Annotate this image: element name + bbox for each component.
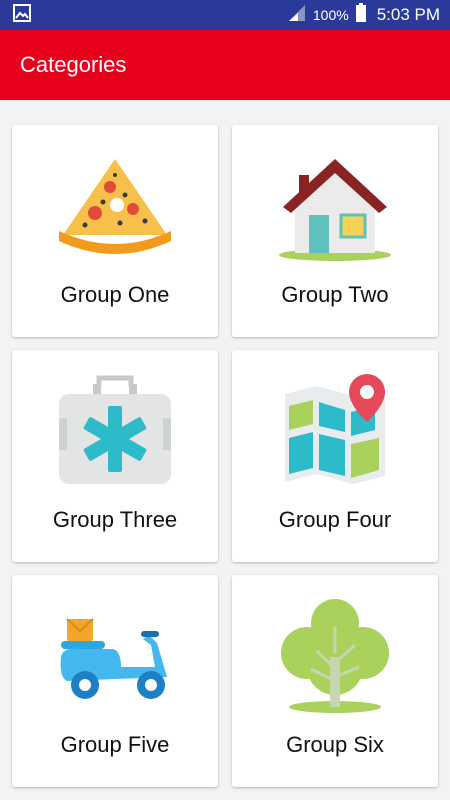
category-label: Group Five <box>60 732 170 757</box>
category-card-group-three[interactable]: Group Three <box>12 350 218 562</box>
gallery-icon <box>12 3 32 28</box>
category-label: Group Six <box>286 732 384 757</box>
signal-icon <box>287 3 307 28</box>
category-card-group-six[interactable]: Group Six <box>232 575 438 787</box>
house-icon <box>279 159 391 261</box>
category-label: Group Four <box>278 507 392 532</box>
category-label: Group Two <box>281 282 389 307</box>
battery-percent: 100% <box>312 7 349 23</box>
tree-icon <box>281 599 389 713</box>
scooter-icon <box>60 618 167 699</box>
category-card-group-five[interactable]: Group Five <box>12 575 218 787</box>
app-bar: Categories <box>0 30 450 100</box>
map-icon <box>285 374 385 484</box>
clock: 5:03 PM <box>376 5 440 24</box>
category-grid: Group One Group Two Group Three Group Fo… <box>0 100 450 800</box>
category-card-group-four[interactable]: Group Four <box>232 350 438 562</box>
category-label: Group Three <box>52 507 178 532</box>
battery-icon <box>355 2 367 28</box>
category-card-group-one[interactable]: Group One <box>12 125 218 337</box>
status-bar: 100% 5:03 PM <box>0 0 450 30</box>
category-label: Group One <box>60 282 170 307</box>
first-aid-kit-icon <box>59 375 171 484</box>
page-title: Categories <box>20 52 127 77</box>
category-card-group-two[interactable]: Group Two <box>232 125 438 337</box>
pizza-icon <box>59 159 171 254</box>
